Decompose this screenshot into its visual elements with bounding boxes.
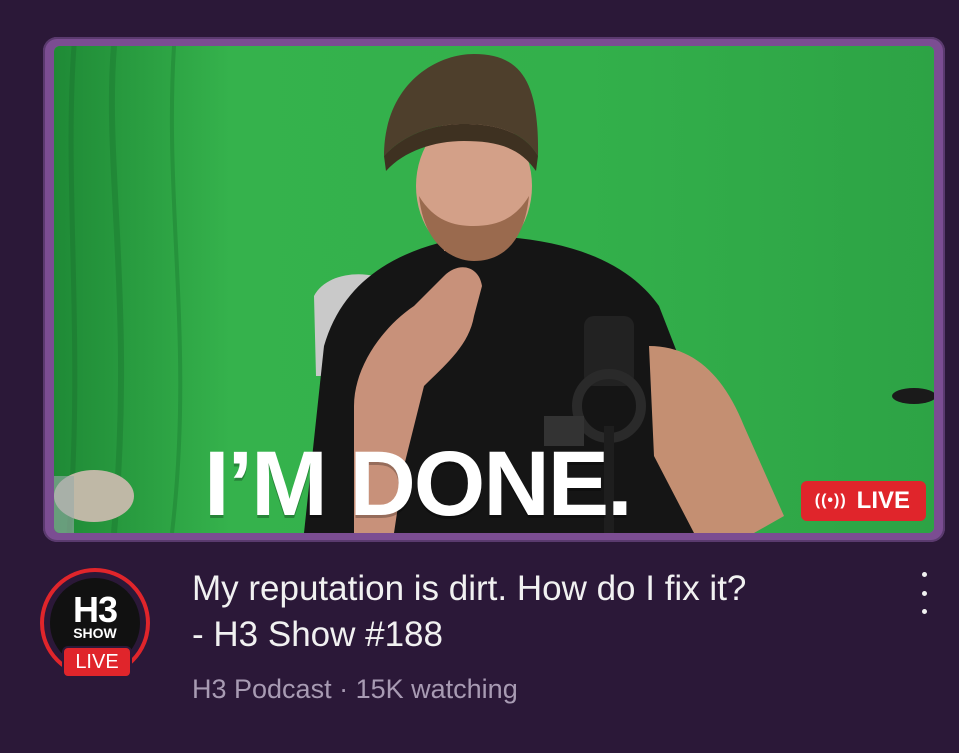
live-badge: ((•)) LIVE	[800, 481, 926, 521]
kebab-dot	[921, 572, 927, 577]
video-meta: H3 Podcast · 15K watching	[192, 672, 518, 706]
channel-name[interactable]: H3 Podcast	[192, 674, 332, 704]
broadcast-icon: ((•))	[814, 492, 847, 509]
kebab-dot	[921, 609, 927, 614]
video-title-line-2: - H3 Show #188	[192, 615, 443, 654]
video-card[interactable]: I’M DONE. ((•)) LIVE H3 SHOW LIVE My rep…	[0, 0, 959, 753]
kebab-dot	[921, 590, 927, 596]
more-vert-icon[interactable]	[912, 572, 936, 614]
meta-separator: ·	[339, 674, 349, 704]
video-thumbnail[interactable]: I’M DONE. ((•)) LIVE	[54, 46, 934, 533]
video-title-line-1: My reputation is dirt. How do I fix it?	[192, 569, 747, 608]
live-badge-label: LIVE	[856, 487, 910, 514]
video-title[interactable]: My reputation is dirt. How do I fix it? …	[192, 566, 892, 658]
channel-avatar[interactable]: H3 SHOW LIVE	[40, 568, 158, 686]
viewer-count: 15K watching	[355, 674, 518, 704]
avatar-live-badge: LIVE	[62, 646, 132, 678]
avatar-logo-text: H3	[72, 589, 118, 630]
avatar-logo-subtext: SHOW	[73, 625, 117, 641]
thumbnail-overlay-text: I’M DONE.	[204, 433, 633, 533]
